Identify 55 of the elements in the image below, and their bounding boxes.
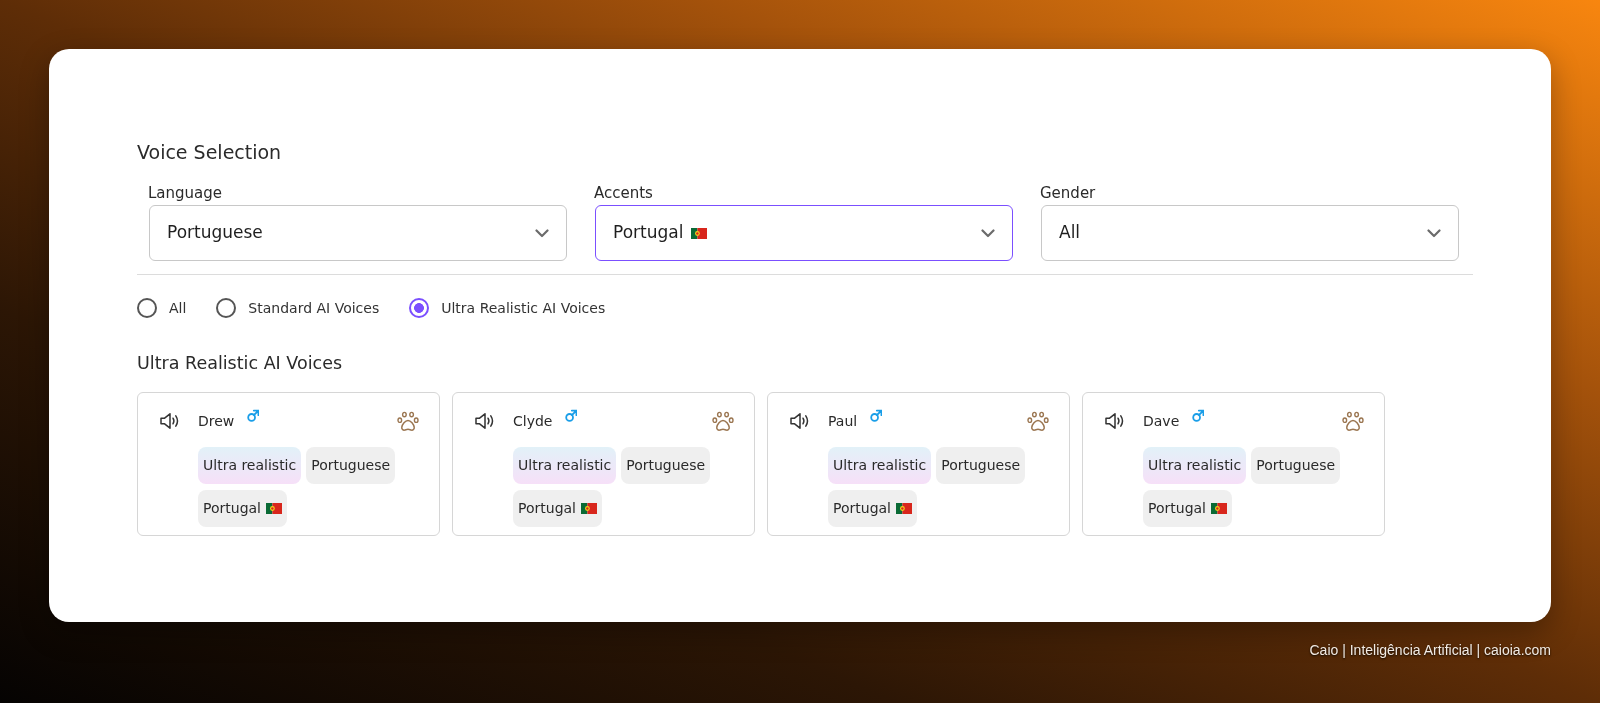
chevron-down-icon (981, 228, 995, 238)
radio-button[interactable] (409, 298, 430, 318)
speaker-icon[interactable] (159, 412, 180, 430)
chevron-down-icon (535, 228, 549, 238)
language-tag: Portuguese (1251, 447, 1341, 484)
voice-card[interactable]: Drew Ultra realistic Portuguese Portugal (137, 392, 440, 536)
voice-name: Drew (198, 412, 235, 430)
voice-card[interactable]: Clyde Ultra realistic Portuguese Portugal (452, 392, 755, 536)
radio-button[interactable] (216, 298, 237, 318)
flag-icon (266, 503, 282, 514)
male-symbol-icon (870, 409, 883, 422)
section-title: Voice Selection (137, 140, 282, 164)
speaker-icon[interactable] (474, 412, 495, 430)
language-dropdown[interactable]: Portuguese (149, 205, 567, 261)
radio-button[interactable] (137, 298, 157, 318)
accent-label: Portugal (833, 499, 891, 518)
voice-card[interactable]: Paul Ultra realistic Portuguese Portugal (767, 392, 1070, 536)
language-tag: Portuguese (306, 447, 396, 484)
language-tag: Portuguese (936, 447, 1026, 484)
accent-label: Portugal (1148, 499, 1206, 518)
quality-tag: Ultra realistic (1143, 447, 1247, 484)
section-heading: Ultra Realistic AI Voices (137, 352, 343, 374)
flag-icon (896, 503, 912, 514)
accent-label: Portugal (203, 499, 261, 518)
speaker-icon[interactable] (1104, 412, 1125, 430)
male-symbol-icon (565, 409, 578, 422)
paw-icon (712, 410, 734, 432)
radio-label[interactable]: Standard AI Voices (248, 299, 380, 317)
radio-label[interactable]: All (169, 299, 187, 317)
paw-icon (1342, 410, 1364, 432)
male-symbol-icon (1192, 409, 1205, 422)
voice-name: Clyde (513, 412, 553, 430)
speaker-icon[interactable] (789, 412, 810, 430)
flag-icon (691, 227, 708, 239)
paw-icon (397, 410, 419, 432)
field-label: Language (148, 184, 223, 202)
voice-name: Paul (828, 412, 858, 430)
voice-card[interactable]: Dave Ultra realistic Portuguese Portugal (1082, 392, 1385, 536)
paw-icon (1027, 410, 1049, 432)
field-label: Accents (594, 184, 653, 202)
quality-tag: Ultra realistic (198, 447, 302, 484)
language-tag: Portuguese (621, 447, 711, 484)
quality-tag: Ultra realistic (513, 447, 617, 484)
accent-dropdown[interactable]: Portugal (595, 205, 1013, 261)
field-label: Gender (1040, 184, 1096, 202)
accent-label: Portugal (518, 499, 576, 518)
radio-label[interactable]: Ultra Realistic AI Voices (441, 299, 606, 317)
male-symbol-icon (247, 409, 260, 422)
flag-icon (1211, 503, 1227, 514)
voice-name: Dave (1143, 412, 1180, 430)
flag-icon (581, 503, 597, 514)
credit-text: Caio | Inteligência Artificial | caioia.com (1309, 642, 1551, 658)
gender-dropdown[interactable]: All (1041, 205, 1459, 261)
quality-tag: Ultra realistic (828, 447, 932, 484)
chevron-down-icon (1427, 228, 1441, 238)
